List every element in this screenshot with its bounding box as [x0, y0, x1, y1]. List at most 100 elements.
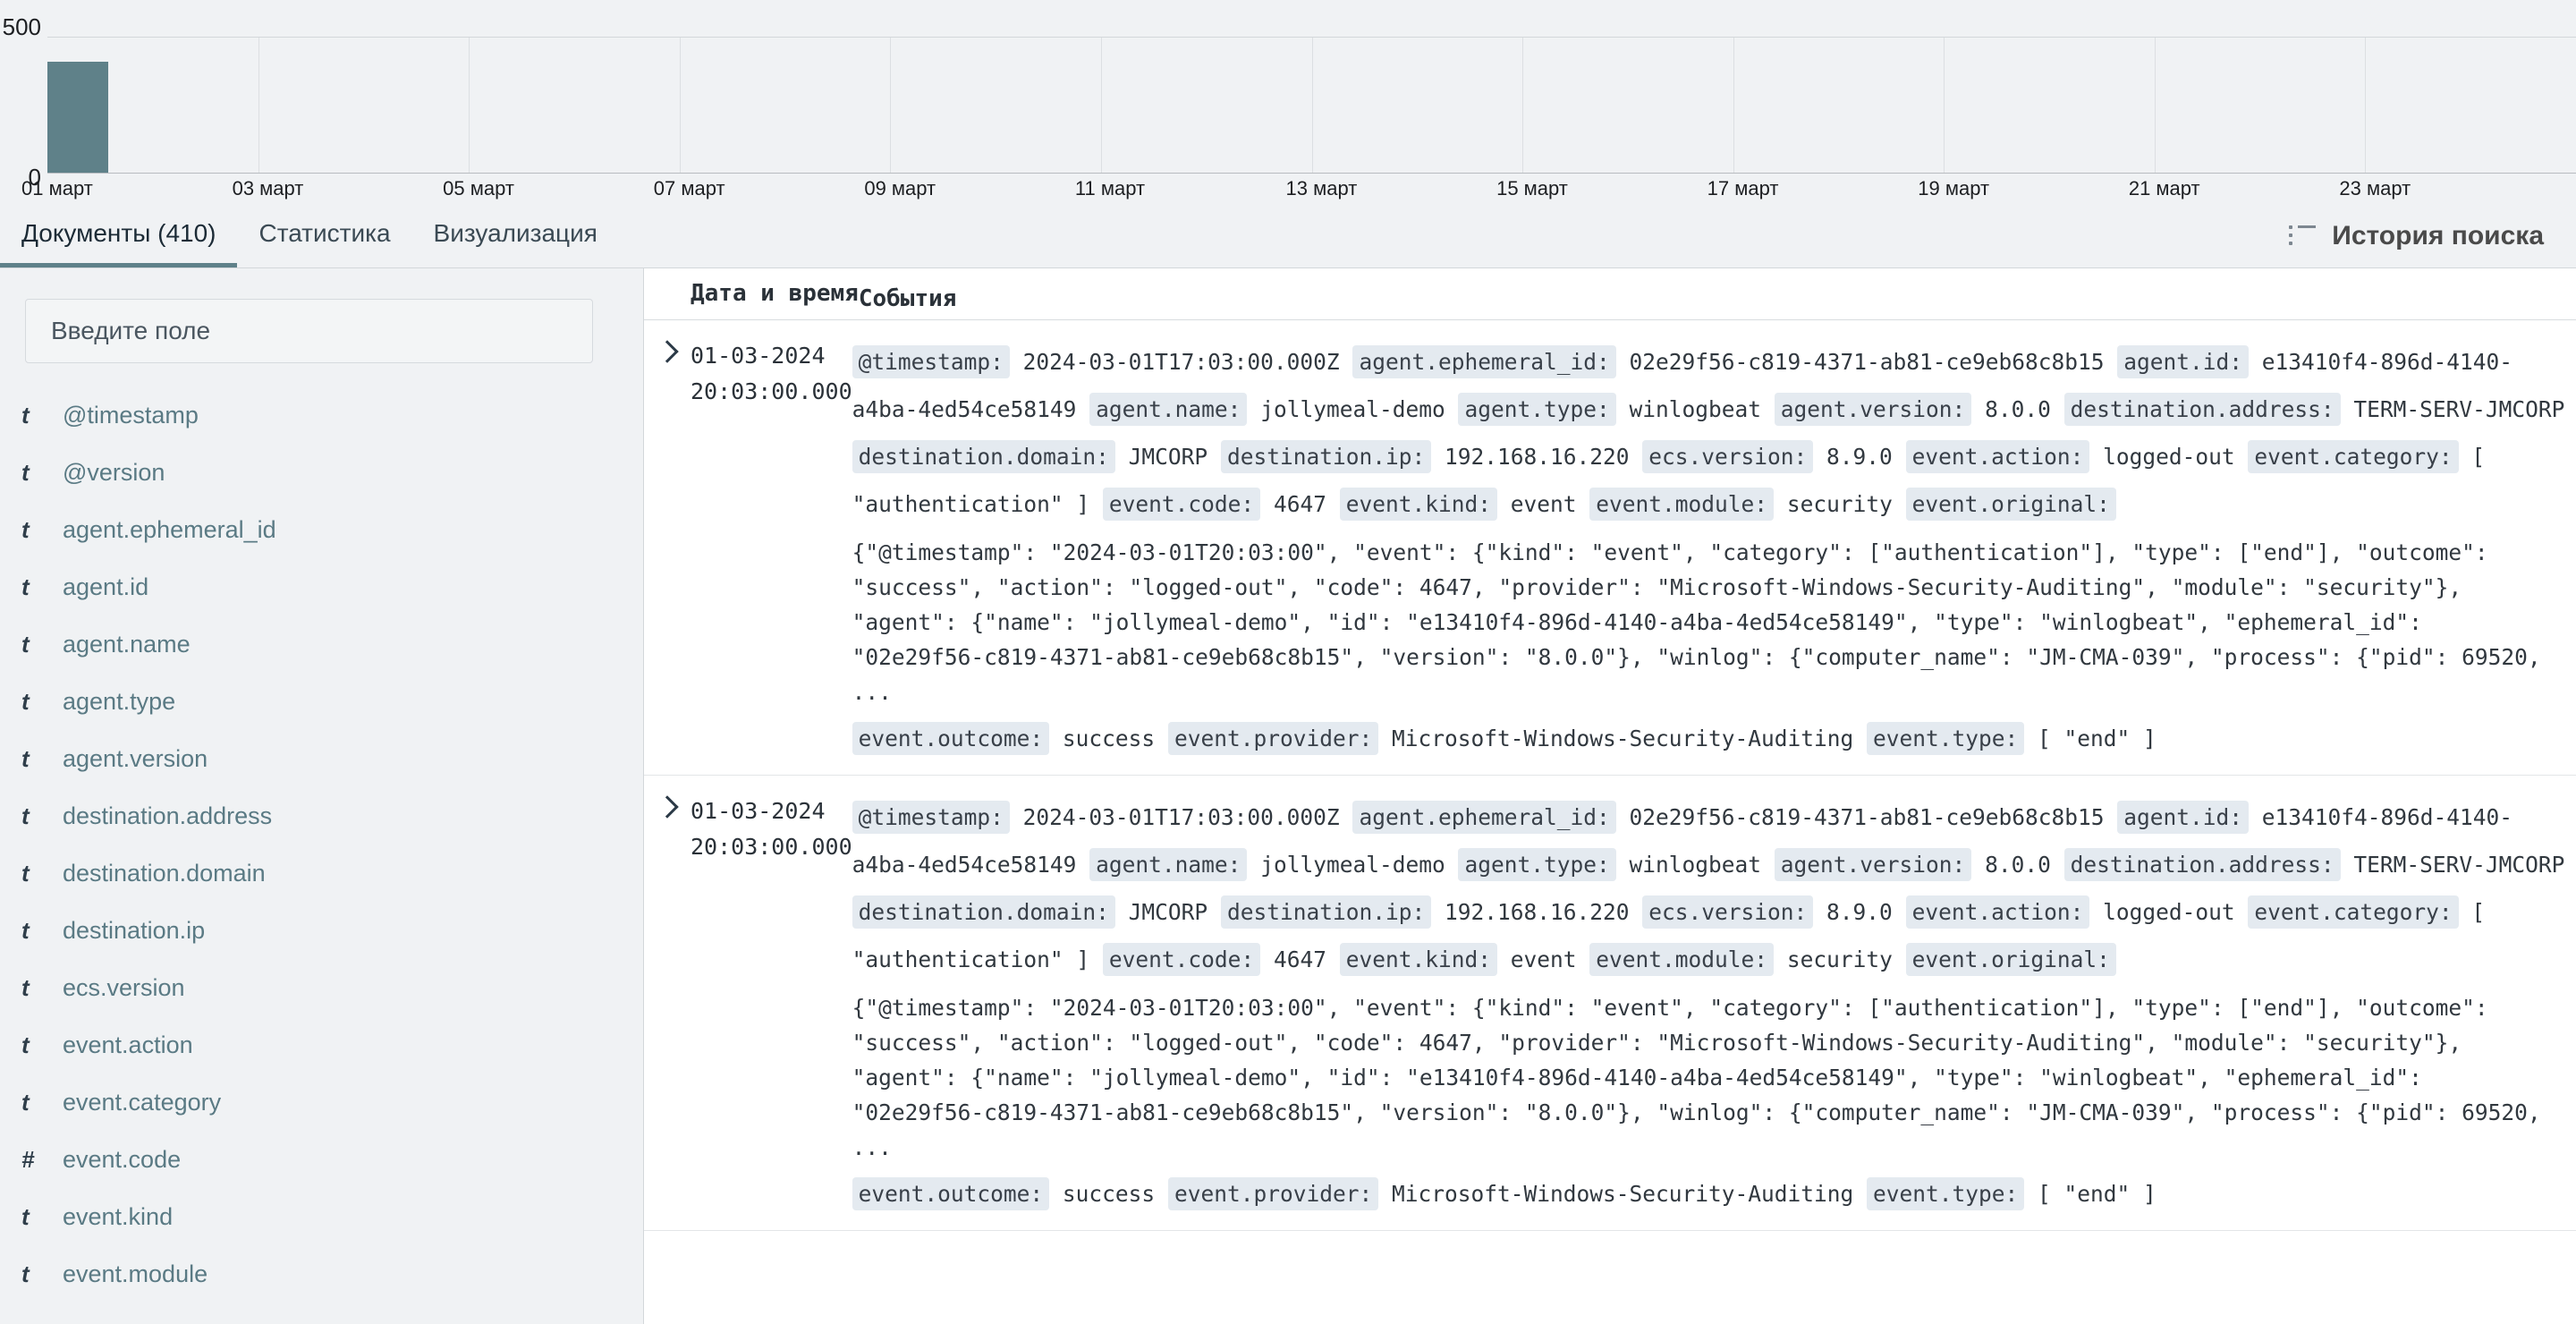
field-key: event.category: — [2248, 895, 2459, 929]
field-item-agent.version[interactable]: t agent.version — [0, 730, 643, 787]
tab-1[interactable]: Статистика — [237, 204, 411, 267]
expand-row-button[interactable] — [644, 338, 691, 762]
field-key: agent.ephemeral_id: — [1352, 345, 1616, 378]
time-histogram: 500 0 01 март 03 март 05 март 07 март 09 мар… — [0, 0, 2576, 204]
field-name: event.kind — [63, 1202, 174, 1230]
row-events: @timestamp: 2024-03-01T17:03:00.000Z age… — [852, 338, 2576, 762]
histogram-plot-area[interactable] — [47, 37, 2576, 174]
field-key: event.category: — [2248, 440, 2459, 473]
field-search-box[interactable] — [25, 299, 593, 363]
documents-table: Дата и время События 01-03-2024 20:03:00.… — [644, 268, 2576, 1324]
field-item-agent.type[interactable]: t agent.type — [0, 673, 643, 730]
field-name: ecs.version — [63, 973, 185, 1001]
field-value: security — [1786, 946, 1893, 972]
field-item-agent.name[interactable]: t agent.name — [0, 615, 643, 673]
table-row[interactable]: 01-03-2024 20:03:00.000 @timestamp: 2024-0… — [644, 320, 2576, 776]
y-axis-label-max: 500 — [2, 13, 41, 40]
field-search-input[interactable] — [49, 316, 569, 346]
row-time: 20:03:00.000 — [691, 378, 852, 404]
grid-line — [258, 38, 259, 173]
field-value: JMCORP — [1128, 899, 1208, 925]
field-value: 4647 — [1273, 491, 1326, 517]
column-header-time: Дата и время — [691, 280, 859, 307]
search-history-button[interactable]: История поиска — [2289, 204, 2576, 267]
text-type-icon: t — [21, 744, 30, 772]
field-name: agent.version — [63, 744, 208, 772]
field-item-agent.ephemeral_id[interactable]: t agent.ephemeral_id — [0, 501, 643, 558]
field-item-@timestamp[interactable]: t @timestamp — [0, 386, 643, 444]
field-key: destination.address: — [2063, 848, 2341, 881]
field-item-ecs.version[interactable]: t ecs.version — [0, 959, 643, 1016]
grid-line — [1522, 38, 1524, 173]
field-value: TERM-SERV-JMCORP — [2353, 396, 2565, 422]
tab-2[interactable]: Визуализация — [412, 204, 619, 267]
field-key: event.type: — [1867, 722, 2025, 755]
field-value: 02e29f56-c819-4371-ab81-ce9eb68c8b15 — [1629, 349, 2105, 375]
field-value: event — [1510, 491, 1577, 517]
field-item-event.category[interactable]: t event.category — [0, 1074, 643, 1131]
field-key: event.code: — [1102, 943, 1261, 976]
field-value: winlogbeat — [1629, 852, 1762, 878]
field-key: destination.address: — [2063, 393, 2341, 426]
field-item-destination.ip[interactable]: t destination.ip — [0, 902, 643, 959]
field-key: event.outcome: — [852, 722, 1050, 755]
tab-0[interactable]: Документы (410) — [0, 204, 238, 267]
field-list: t @timestamp t @version t agent.ephemeral_id t… — [0, 386, 643, 1303]
field-name: @version — [63, 458, 165, 486]
field-key: destination.ip: — [1220, 895, 1432, 929]
field-key: destination.domain: — [852, 895, 1115, 929]
field-value: 2024-03-01T17:03:00.000Z — [1022, 804, 1340, 830]
field-item-event.module[interactable]: t event.module — [0, 1245, 643, 1303]
chevron-right-icon — [656, 340, 679, 363]
field-value: 8.9.0 — [1826, 899, 1893, 925]
field-key: destination.domain: — [852, 440, 1115, 473]
field-name: agent.name — [63, 630, 191, 658]
table-row[interactable]: 01-03-2024 20:03:00.000 @timestamp: 2024-0… — [644, 776, 2576, 1231]
field-value: jollymeal-demo — [1260, 852, 1445, 878]
field-name: agent.ephemeral_id — [63, 515, 276, 543]
field-key: event.provider: — [1167, 722, 1379, 755]
x-axis-tick: 07 март — [653, 177, 725, 199]
x-axis: 01 март 03 март 05 март 07 март 09 март 11 ма… — [0, 177, 2576, 204]
field-item-event.kind[interactable]: t event.kind — [0, 1188, 643, 1245]
field-key: agent.name: — [1089, 393, 1248, 426]
table-body: 01-03-2024 20:03:00.000 @timestamp: 2024-0… — [644, 320, 2576, 1231]
field-item-event.action[interactable]: t event.action — [0, 1016, 643, 1074]
field-name: destination.ip — [63, 916, 206, 944]
x-axis-tick: 17 март — [1707, 177, 1779, 199]
field-item-@version[interactable]: t @version — [0, 444, 643, 501]
field-name: destination.domain — [63, 859, 266, 887]
field-value: success — [1062, 726, 1156, 751]
field-name: event.code — [63, 1145, 182, 1173]
field-name: destination.address — [63, 802, 273, 829]
field-key: event.module: — [1589, 488, 1775, 521]
field-key: event.original: — [1905, 943, 2116, 976]
field-value: 8.0.0 — [1985, 396, 2051, 422]
field-item-event.code[interactable]: # event.code — [0, 1131, 643, 1188]
field-value: 192.168.16.220 — [1444, 444, 1630, 470]
text-type-icon: t — [21, 515, 30, 543]
expand-row-button[interactable] — [644, 794, 691, 1218]
grid-line — [1733, 38, 1734, 173]
text-type-icon: t — [21, 916, 30, 944]
field-item-agent.id[interactable]: t agent.id — [0, 558, 643, 615]
field-key: agent.type: — [1458, 393, 1616, 426]
tab-bar: Документы (410) Статистика Визуализация Ис… — [0, 204, 2576, 268]
grid-line — [1311, 38, 1313, 173]
field-value: Microsoft-Windows-Security-Auditing — [1391, 726, 1854, 751]
list-icon — [2289, 225, 2317, 247]
field-sidebar: t@timestampt@versiontagent.ephemeral_idt… — [0, 268, 644, 1324]
grid-line — [1944, 38, 1945, 173]
row-timestamp: 01-03-2024 20:03:00.000 — [691, 794, 852, 1218]
field-key: event.action: — [1905, 895, 2090, 929]
histogram-bar[interactable] — [47, 62, 109, 173]
field-value: 4647 — [1273, 946, 1326, 972]
field-key: agent.type: — [1458, 848, 1616, 881]
x-axis-tick: 09 март — [864, 177, 936, 199]
field-value: 192.168.16.220 — [1444, 899, 1630, 925]
field-value: winlogbeat — [1629, 396, 1762, 422]
field-item-destination.address[interactable]: t destination.address — [0, 787, 643, 844]
grid-line — [469, 38, 470, 173]
field-value: [ "end" ] — [2038, 726, 2157, 751]
field-item-destination.domain[interactable]: t destination.domain — [0, 844, 643, 902]
